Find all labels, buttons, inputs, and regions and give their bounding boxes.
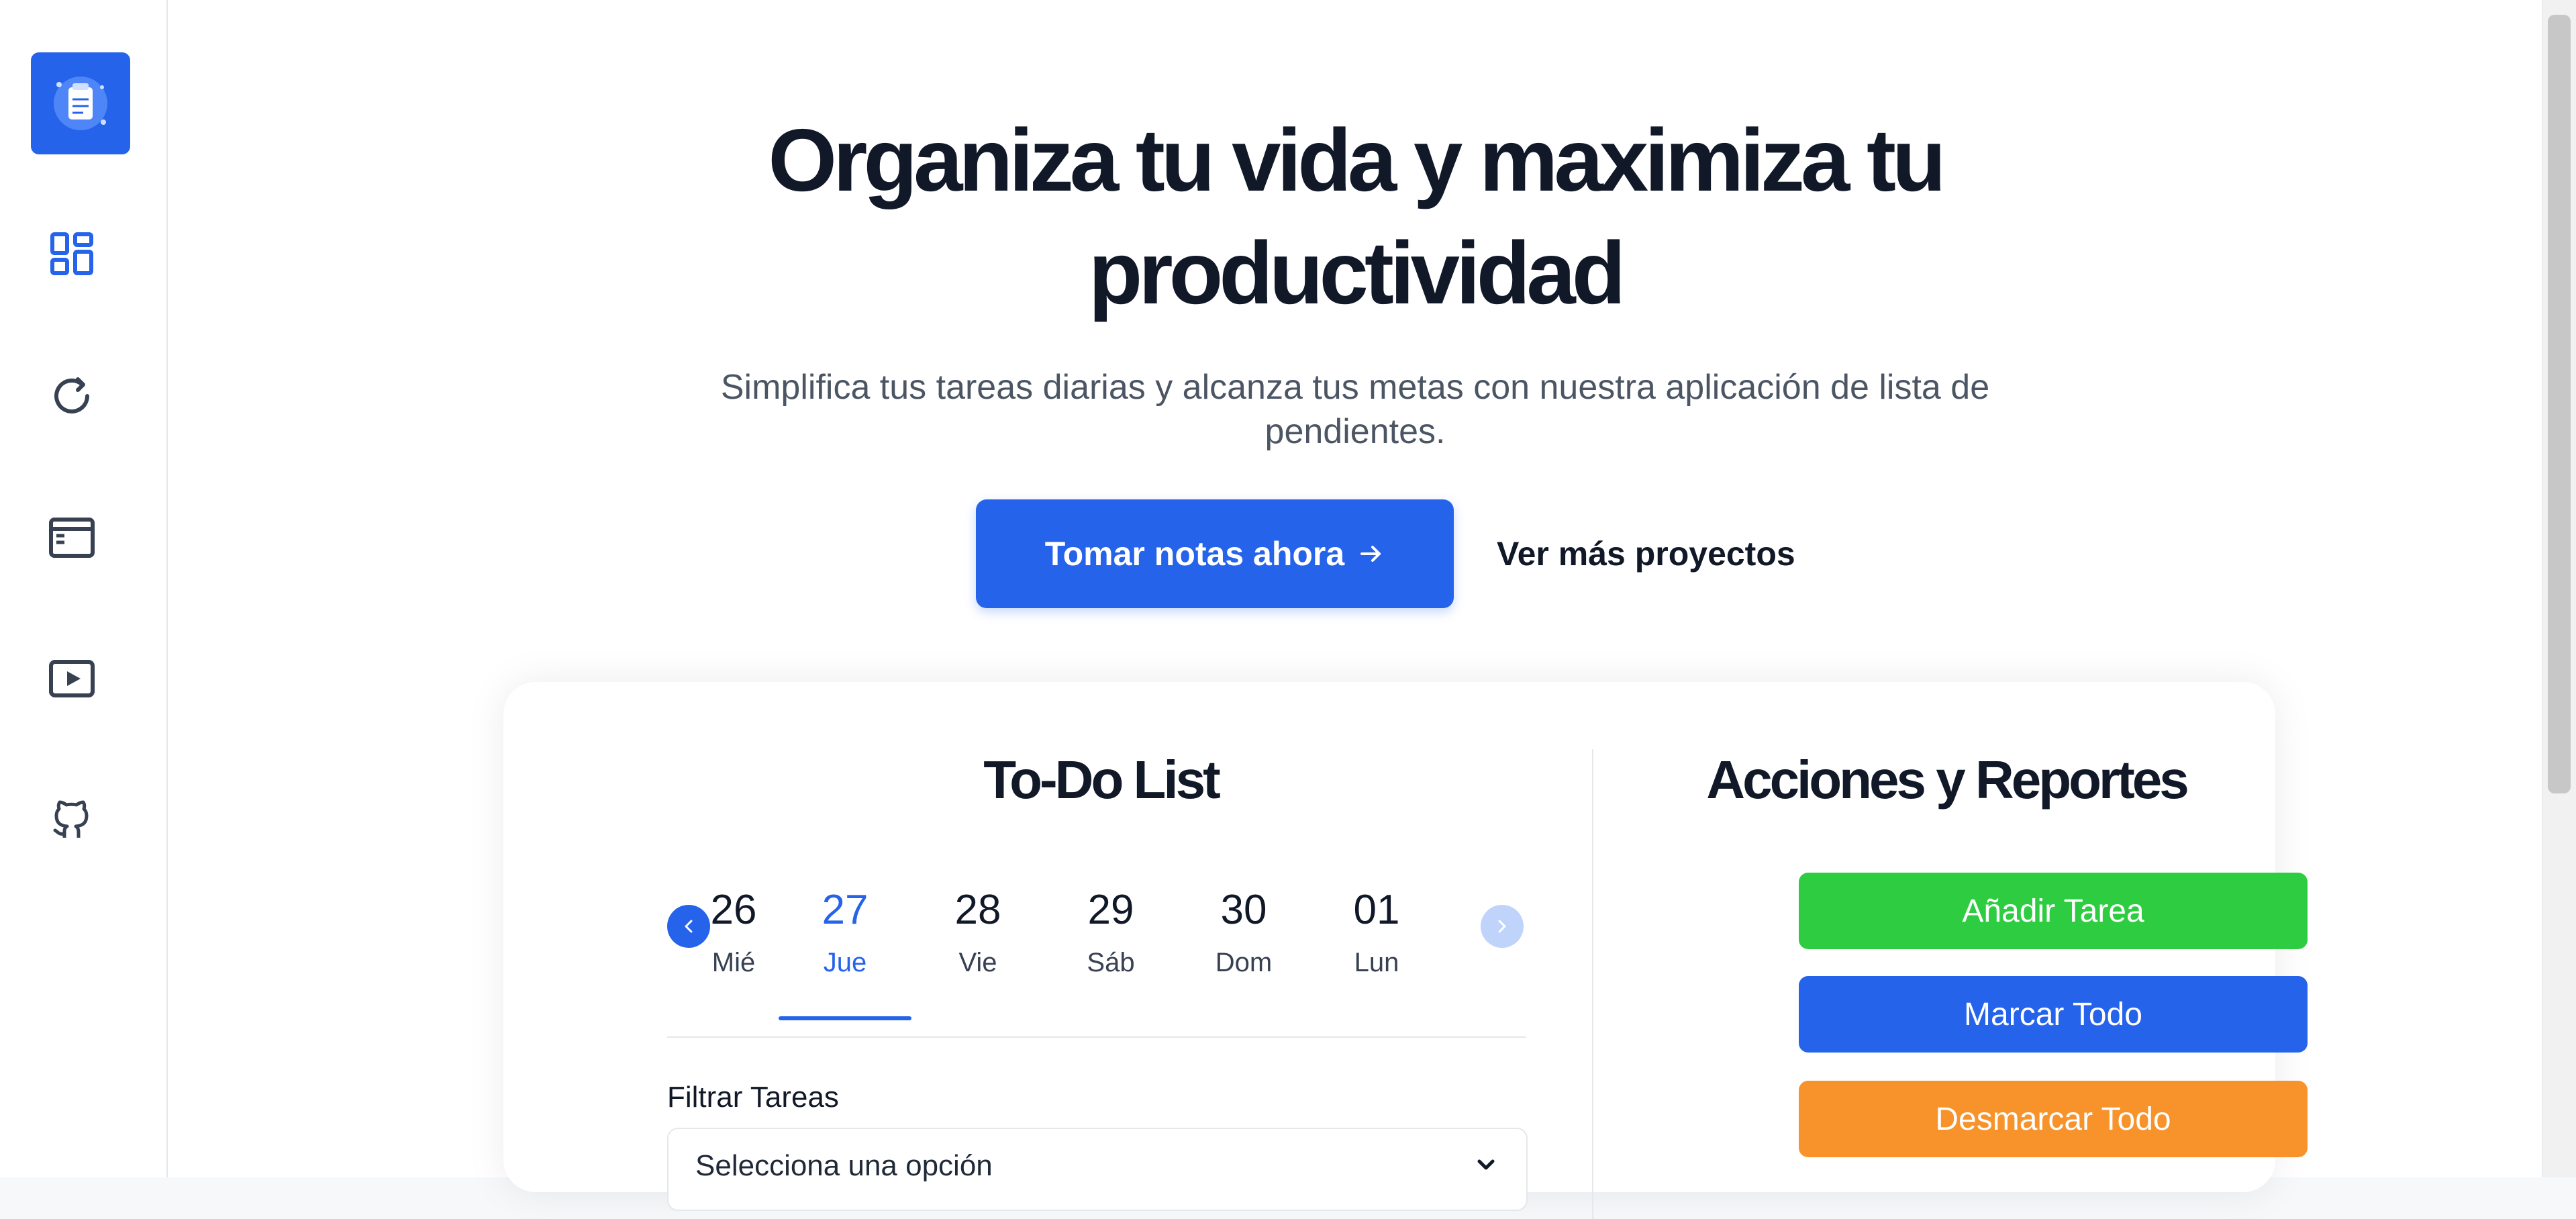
date-item[interactable]: 28 Vie: [911, 877, 1044, 981]
notepad-icon: [54, 77, 107, 130]
date-number: 01: [1353, 887, 1400, 933]
main-content: Organiza tu vida y maximiza tu productiv…: [168, 0, 2542, 1219]
date-weekday: Vie: [958, 948, 997, 977]
unmark-all-button[interactable]: Desmarcar Todo: [1799, 1081, 2308, 1157]
date-item[interactable]: 01 Lun: [1310, 877, 1443, 981]
next-dates-button[interactable]: [1481, 905, 1524, 948]
more-projects-link[interactable]: Ver más proyectos: [1497, 499, 1795, 608]
arrow-right-icon: [1360, 546, 1381, 562]
window-icon[interactable]: [48, 514, 95, 561]
card-divider: [1592, 749, 1593, 1219]
divider: [667, 1036, 1526, 1038]
hero-subtitle-line1: Simplifica tus tareas diarias y alcanza …: [720, 368, 1990, 407]
date-weekday: Sáb: [1087, 948, 1135, 977]
hero-title-line1: Organiza tu vida y maximiza tu: [768, 111, 1946, 209]
date-carousel: 26 Mié 27 Jue 28 Vie 29 Sáb 30 Dom 01 Lu…: [667, 877, 1526, 1031]
video-icon[interactable]: [48, 655, 95, 702]
date-weekday: Dom: [1215, 948, 1273, 977]
chevron-left-icon: [685, 920, 693, 933]
sidebar: [0, 0, 168, 1177]
add-task-button[interactable]: Añadir Tarea: [1799, 873, 2308, 949]
actions-title: Acciones y Reportes: [1706, 750, 2189, 810]
filter-select[interactable]: Selecciona una opción: [667, 1128, 1528, 1211]
date-weekday: Jue: [823, 948, 867, 977]
hero-title-line2: productividad: [1088, 224, 1626, 322]
github-icon[interactable]: [48, 796, 95, 843]
take-notes-button[interactable]: Tomar notas ahora: [976, 499, 1454, 608]
hero-title: Organiza tu vida y maximiza tu productiv…: [168, 104, 2542, 330]
filter-label: Filtrar Tareas: [667, 1081, 839, 1114]
todo-title: To-Do List: [983, 750, 1221, 810]
active-date-underline: [779, 1016, 911, 1020]
take-notes-label: Tomar notas ahora: [1044, 535, 1345, 573]
date-number: 27: [822, 887, 869, 933]
date-number: 30: [1220, 887, 1267, 933]
refresh-icon[interactable]: [48, 373, 95, 420]
mark-all-button[interactable]: Marcar Todo: [1799, 976, 2308, 1053]
hero-subtitle: Simplifica tus tareas diarias y alcanza …: [168, 365, 2542, 454]
dashboard-icon[interactable]: [48, 230, 95, 277]
hero-subtitle-line2: pendientes.: [1265, 412, 1446, 451]
date-item-active[interactable]: 27 Jue: [779, 877, 911, 981]
chevron-right-icon: [1498, 920, 1506, 933]
date-number: 29: [1087, 887, 1134, 933]
app-logo-icon[interactable]: [31, 52, 130, 154]
date-number: 28: [954, 887, 1001, 933]
chevron-down-icon: [1477, 1159, 1495, 1170]
scrollbar[interactable]: [2542, 0, 2576, 1177]
filter-select-value: Selecciona una opción: [695, 1149, 993, 1182]
todo-card: To-Do List 26 Mié 27 Jue 28 Vie 29 Sáb 3…: [503, 682, 2308, 1219]
date-weekday: Lun: [1354, 948, 1399, 977]
date-item[interactable]: 29 Sáb: [1044, 877, 1177, 981]
scrollbar-thumb[interactable]: [2548, 15, 2571, 793]
date-item[interactable]: 30 Dom: [1177, 877, 1310, 981]
prev-dates-button[interactable]: [667, 905, 710, 948]
